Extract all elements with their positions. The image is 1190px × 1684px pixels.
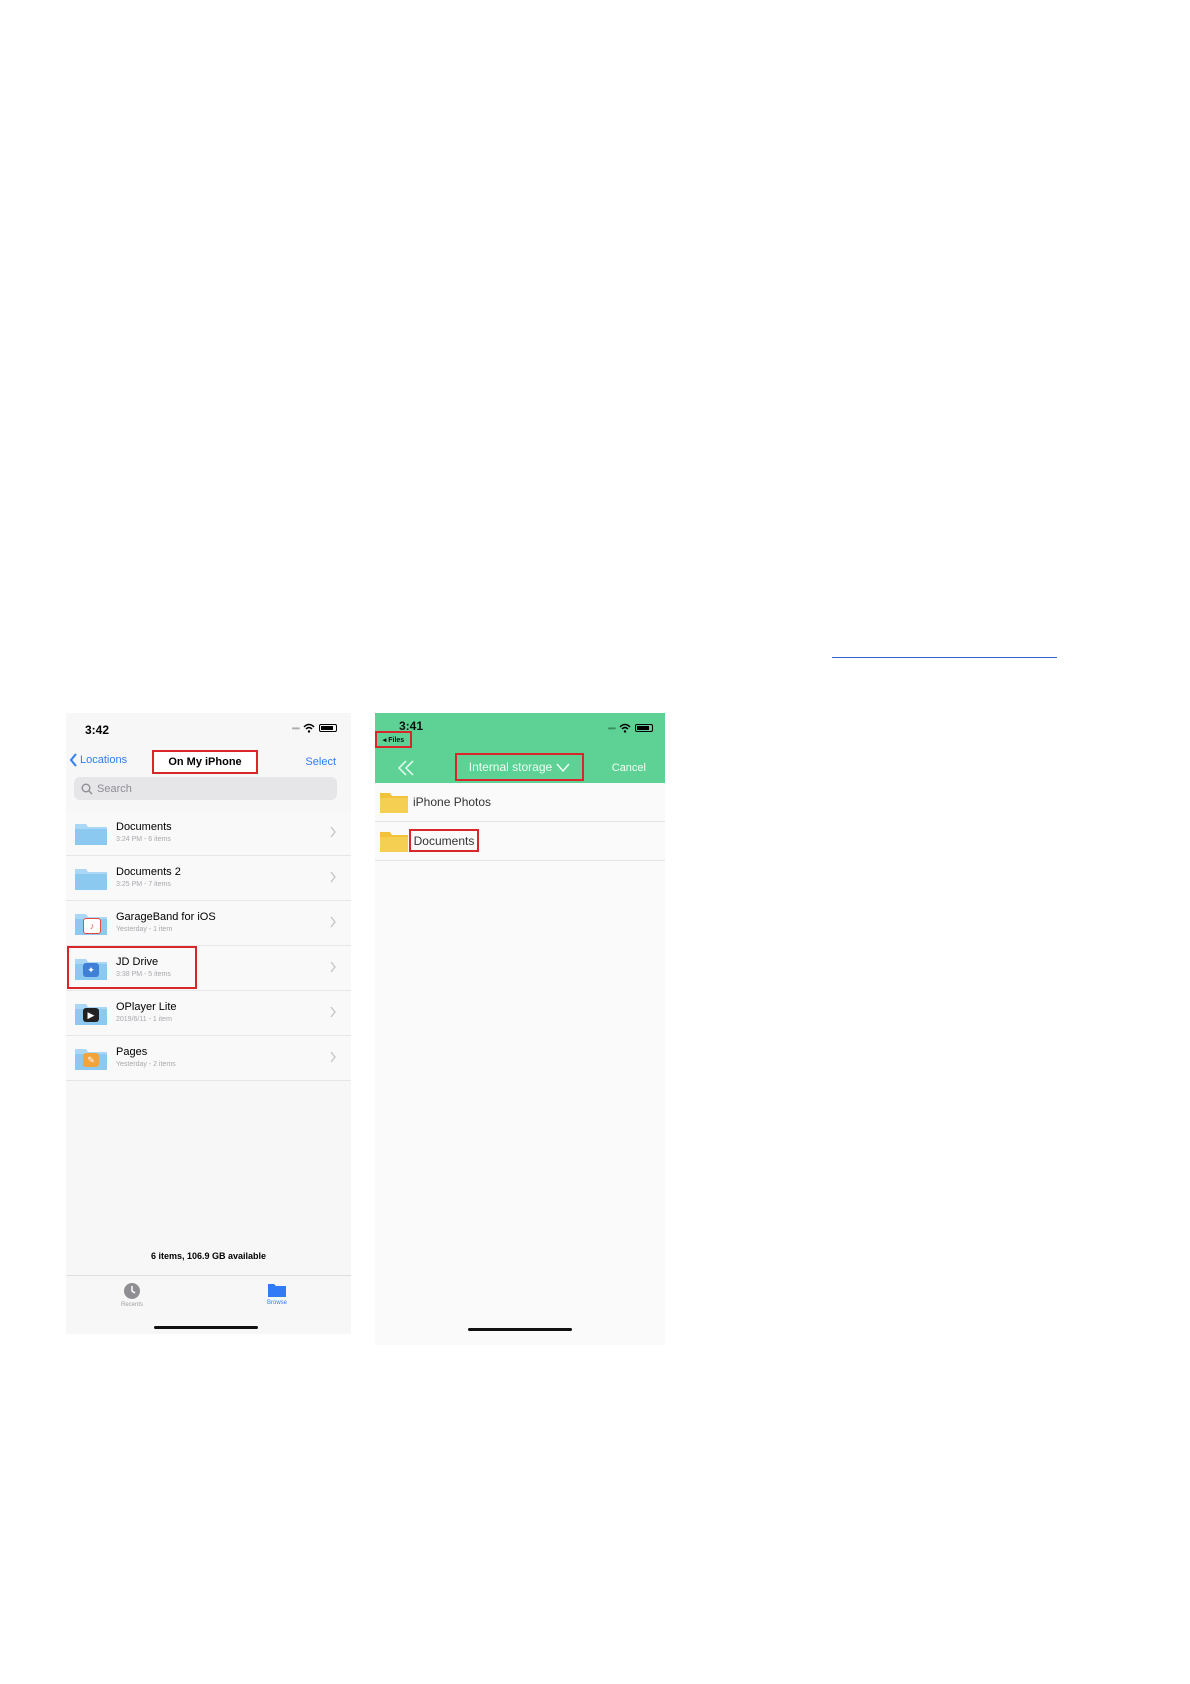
search-icon — [81, 783, 93, 794]
page-title: On My iPhone — [152, 750, 258, 774]
highlight-box — [67, 946, 197, 989]
battery-icon — [319, 724, 337, 732]
folder-list: iPhone Photos Documents — [375, 783, 665, 861]
chevron-right-icon — [330, 1051, 336, 1063]
search-input[interactable]: Search — [74, 777, 337, 800]
folder-icon — [75, 869, 107, 890]
storage-summary: 6 items, 106.9 GB available — [150, 1251, 267, 1261]
select-button[interactable]: Select — [305, 756, 336, 768]
list-item[interactable]: ✦ JD Drive 3:38 PM - 5 items — [66, 946, 351, 991]
folder-icon — [268, 1284, 286, 1297]
folder-name: iPhone Photos — [413, 795, 492, 809]
status-time: 3:42 — [85, 723, 110, 737]
tab-label: Recents — [120, 1302, 143, 1308]
back-to-files-button[interactable]: ◂ Files — [375, 731, 412, 748]
files-app-screenshot: 3:42 •••• Locations On My iPhone Select … — [66, 713, 351, 1334]
file-meta: Yesterday - 1 item — [116, 926, 173, 933]
link-underline[interactable] — [832, 657, 1057, 658]
list-item[interactable]: Documents 2 3:25 PM - 7 items — [66, 856, 351, 901]
list-item[interactable]: iPhone Photos — [375, 783, 665, 822]
oplayer-app-icon: ▶ — [83, 1008, 99, 1022]
file-list: Documents 3:24 PM - 6 items Documents 2 … — [66, 811, 351, 1081]
back-to-locations-button[interactable]: Locations — [69, 753, 127, 767]
file-meta: 2019/6/11 - 1 item — [116, 1016, 172, 1023]
wifi-icon — [619, 723, 631, 733]
chevron-right-icon — [330, 826, 336, 838]
storage-app-screenshot: 3:41 •••• ◂ Files Internal storage Cance… — [375, 713, 665, 1345]
chevron-down-icon — [556, 763, 570, 772]
search-placeholder: Search — [97, 782, 132, 795]
tab-recents[interactable]: Recents — [102, 1282, 162, 1308]
chevron-right-icon — [330, 1006, 336, 1018]
file-name: Pages — [116, 1046, 148, 1058]
signal-icon: •••• — [607, 723, 616, 733]
app-header: 3:41 •••• ◂ Files Internal storage Cance… — [375, 713, 665, 783]
chevron-left-icon — [69, 753, 77, 767]
garageband-app-icon: ♪ — [83, 918, 101, 934]
file-name: OPlayer Lite — [116, 1001, 177, 1013]
pages-app-icon: ✎ — [83, 1053, 99, 1067]
list-item[interactable]: ▶ OPlayer Lite 2019/6/11 - 1 item — [66, 991, 351, 1036]
file-name: Documents — [116, 821, 172, 833]
double-chevron-left-icon[interactable] — [397, 760, 415, 776]
tab-bar: Recents Browse — [66, 1275, 351, 1334]
battery-icon — [635, 724, 653, 732]
tab-label: Browse — [266, 1300, 287, 1306]
list-item[interactable]: ✎ Pages Yesterday - 2 items — [66, 1036, 351, 1081]
cancel-button[interactable]: Cancel — [612, 762, 646, 774]
folder-icon — [380, 793, 408, 813]
signal-icon: •••• — [291, 723, 300, 733]
home-indicator — [468, 1328, 572, 1331]
clock-icon — [124, 1283, 140, 1299]
chevron-right-icon — [330, 916, 336, 928]
home-indicator — [154, 1326, 258, 1329]
folder-icon — [75, 824, 107, 845]
chevron-right-icon — [330, 871, 336, 883]
list-item[interactable]: Documents — [375, 822, 665, 861]
list-item[interactable]: Documents 3:24 PM - 6 items — [66, 811, 351, 856]
navigation-bar: Locations On My iPhone Select — [66, 750, 351, 774]
file-name: Documents 2 — [116, 866, 181, 878]
file-name: GarageBand for iOS — [116, 911, 216, 923]
wifi-icon — [303, 723, 315, 733]
status-icons: •••• — [292, 723, 337, 733]
file-meta: 3:24 PM - 6 items — [116, 836, 171, 843]
storage-location-dropdown[interactable]: Internal storage — [455, 753, 584, 781]
chevron-right-icon — [330, 961, 336, 973]
storage-label: Internal storage — [468, 760, 553, 774]
status-icons: •••• — [608, 723, 653, 733]
list-item[interactable]: ♪ GarageBand for iOS Yesterday - 1 item — [66, 901, 351, 946]
tab-browse[interactable]: Browse — [247, 1282, 307, 1306]
file-meta: Yesterday - 2 items — [116, 1061, 176, 1068]
file-meta: 3:25 PM - 7 items — [116, 881, 171, 888]
folder-icon — [380, 832, 408, 852]
back-label: Locations — [80, 754, 128, 766]
folder-name-highlighted: Documents — [409, 829, 479, 852]
status-bar: 3:42 •••• — [66, 713, 351, 743]
